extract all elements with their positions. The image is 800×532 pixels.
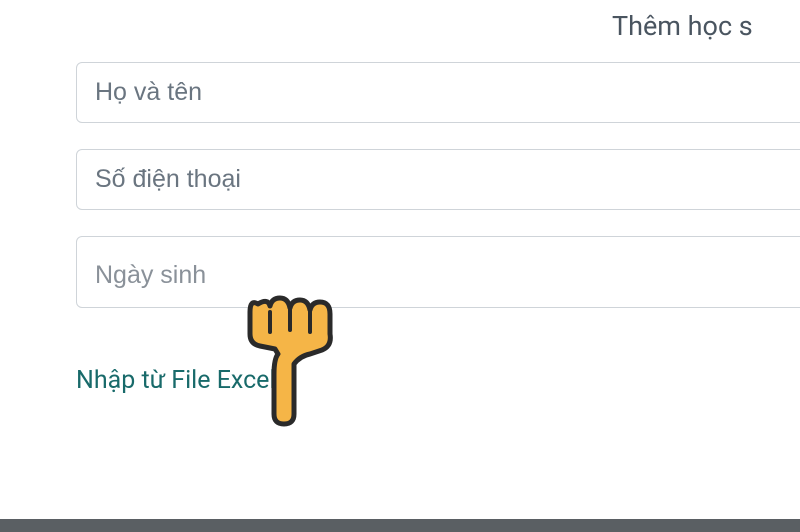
birthdate-input[interactable] (76, 236, 800, 308)
name-input[interactable] (76, 62, 800, 123)
footer-bar (0, 519, 800, 532)
add-student-form: Nhập từ File Excel (76, 62, 800, 395)
page-title: Thêm học s (612, 10, 753, 42)
phone-input[interactable] (76, 149, 800, 210)
import-excel-link[interactable]: Nhập từ File Excel (76, 366, 276, 395)
